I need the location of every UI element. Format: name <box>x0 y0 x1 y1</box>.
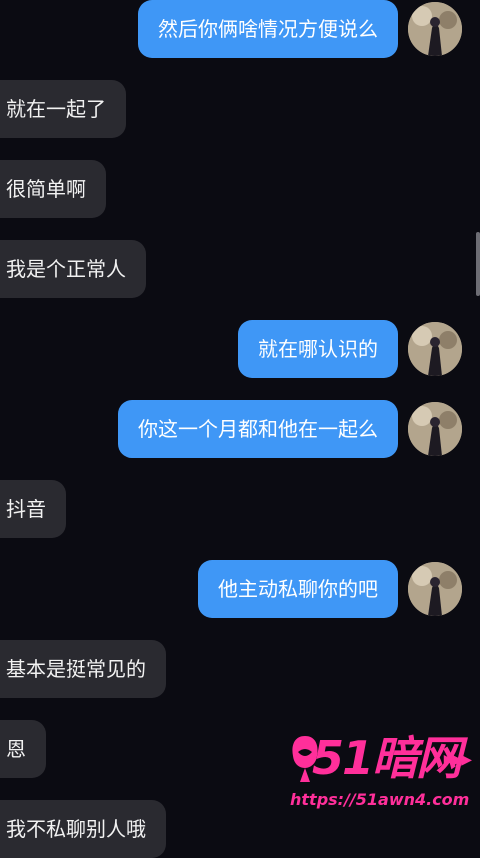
incoming-message-bubble[interactable]: 就在一起了 <box>0 80 126 138</box>
outgoing-message-bubble[interactable]: 他主动私聊你的吧 <box>198 560 398 618</box>
user-avatar[interactable] <box>408 2 462 56</box>
incoming-message-bubble[interactable]: 抖音 <box>0 480 66 538</box>
outgoing-message-bubble[interactable]: 就在哪认识的 <box>238 320 398 378</box>
incoming-message-bubble[interactable]: 恩 <box>0 720 46 778</box>
incoming-message-bubble[interactable]: 很简单啊 <box>0 160 106 218</box>
watermark-url: https://51awn4.com <box>290 790 470 809</box>
incoming-message-bubble[interactable]: 我是个正常人 <box>0 240 146 298</box>
scrollbar[interactable] <box>476 232 480 296</box>
user-avatar[interactable] <box>408 402 462 456</box>
outgoing-message-bubble[interactable]: 你这一个月都和他在一起么 <box>118 400 398 458</box>
user-avatar[interactable] <box>408 562 462 616</box>
user-avatar[interactable] <box>408 322 462 376</box>
watermark: 51暗网 ▶▶▶ https://51awn4.com <box>290 730 480 830</box>
outgoing-message-bubble[interactable]: 然后你俩啥情况方便说么 <box>138 0 398 58</box>
incoming-message-bubble[interactable]: 基本是挺常见的 <box>0 640 166 698</box>
chat-message-list[interactable]: 然后你俩啥情况方便说么 就在一起了 很简单啊 我是个正常人 就在哪认识的 你这一… <box>0 0 480 858</box>
arrows-icon: ▶▶▶ <box>443 752 472 768</box>
watermark-brand: 51暗网 <box>312 731 462 785</box>
incoming-message-bubble[interactable]: 我不私聊别人哦 <box>0 800 166 858</box>
